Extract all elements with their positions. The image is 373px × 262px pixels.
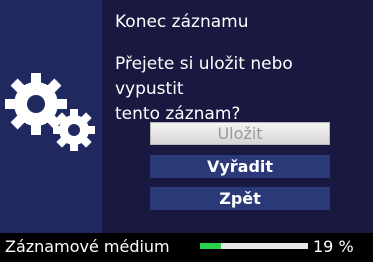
back-button[interactable]: Zpět <box>150 187 330 210</box>
save-button[interactable]: Uložit <box>150 122 330 145</box>
left-panel <box>0 0 102 233</box>
dialog-question: Přejete si uložit nebo vypustit tento zá… <box>115 52 365 127</box>
storage-percent: 19 % <box>313 237 354 256</box>
recording-end-dialog: Konec záznamu Přejete si uložit nebo vyp… <box>0 0 373 233</box>
storage-progress-fill <box>200 243 221 249</box>
dialog-title: Konec záznamu <box>115 12 249 32</box>
discard-button[interactable]: Vyřadit <box>150 155 330 178</box>
storage-progress-bar <box>200 243 308 249</box>
gears-icon <box>5 73 95 151</box>
storage-status-bar: Záznamové médium 19 % <box>0 233 373 262</box>
question-line-1: Přejete si uložit nebo vypustit <box>115 54 293 99</box>
storage-label: Záznamové médium <box>5 237 170 256</box>
